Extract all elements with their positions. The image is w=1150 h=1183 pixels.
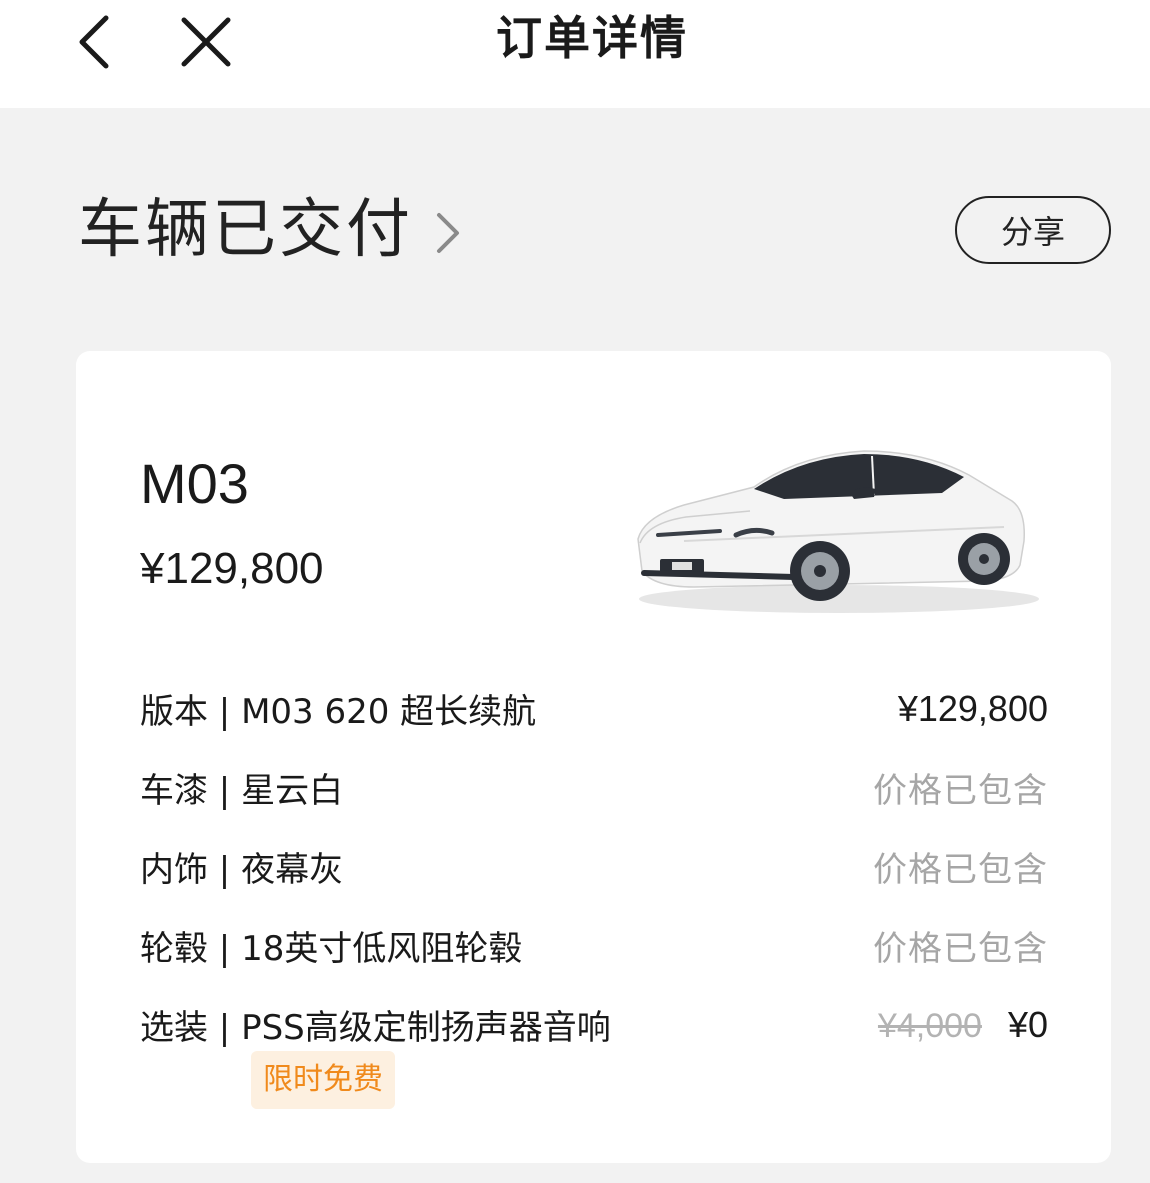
spec-label: 轮毂 | 18英寸低风阻轮毂: [140, 929, 523, 969]
promo-badge: 限时免费: [251, 1051, 395, 1109]
spec-list: 版本 | M03 620 超长续航 ¥129,800 车漆 | 星云白 价格已包…: [140, 669, 1048, 1064]
delivery-status-text: 车辆已交付: [78, 193, 413, 267]
spec-price: ¥0: [1007, 1003, 1048, 1045]
spec-label: 选装 | PSS高级定制扬声器音响: [140, 1008, 611, 1048]
spec-row-wheels: 轮毂 | 18英寸低风阻轮毂 价格已包含: [140, 906, 1048, 985]
original-price: ¥4,000: [877, 1006, 982, 1045]
chevron-right-icon: [437, 213, 459, 253]
spec-price-included: 价格已包含: [873, 929, 1048, 969]
spec-price: ¥129,800: [897, 687, 1048, 729]
share-button[interactable]: 分享: [955, 196, 1111, 264]
spec-label: 版本 | M03 620 超长续航: [140, 692, 537, 732]
spec-row-version: 版本 | M03 620 超长续航 ¥129,800: [140, 669, 1048, 748]
delivery-status-link[interactable]: 车辆已交付: [78, 190, 463, 270]
model-name: M03: [140, 452, 249, 515]
spec-row-interior: 内饰 | 夜幕灰 价格已包含: [140, 827, 1048, 906]
spec-price-included: 价格已包含: [873, 850, 1048, 890]
model-price: ¥129,800: [140, 544, 324, 593]
car-image: [637, 450, 1039, 613]
top-bar: 订单详情: [0, 0, 1150, 108]
order-card: M03 ¥129,800 版本 | M03 620 超长续航 ¥129,800: [76, 351, 1111, 1163]
spec-price-group: ¥4,000 ¥0: [878, 1004, 1048, 1046]
spec-label: 内饰 | 夜幕灰: [140, 850, 344, 890]
spec-price-included: 价格已包含: [873, 771, 1048, 811]
spec-row-paint: 车漆 | 星云白 价格已包含: [140, 748, 1048, 827]
page-title: 订单详情: [496, 11, 688, 65]
spec-label: 车漆 | 星云白: [140, 771, 344, 811]
